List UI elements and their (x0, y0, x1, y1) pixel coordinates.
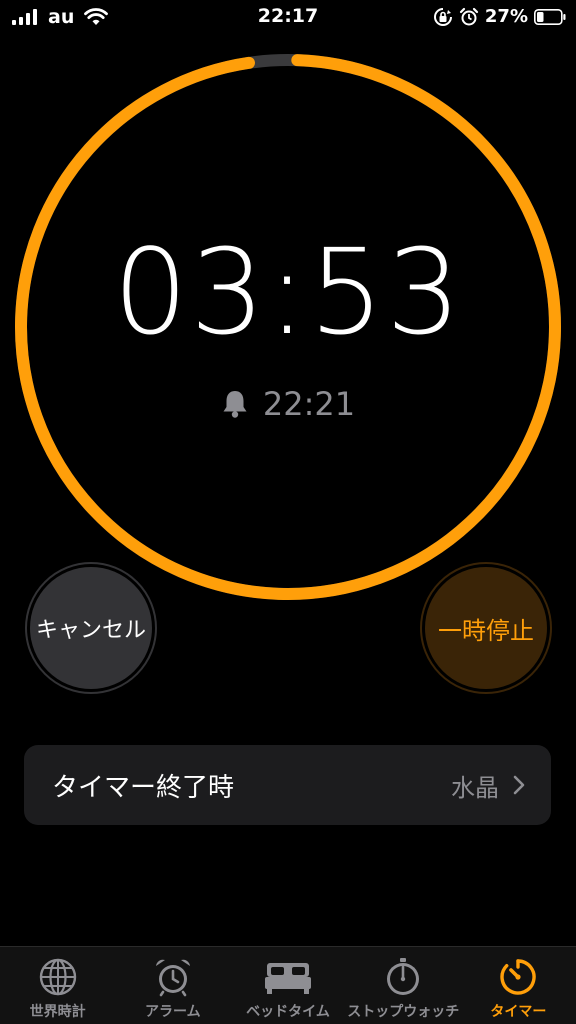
tab-bedtime[interactable]: ベッドタイム (230, 947, 345, 1024)
status-bar: au 22:17 27% (0, 0, 576, 34)
tab-label: アラーム (145, 1004, 201, 1020)
timer-icon (500, 959, 537, 995)
cancel-button[interactable]: キャンセル (25, 562, 157, 694)
timer-remaining: 03:53 (112, 223, 464, 361)
stopwatch-icon (387, 958, 420, 995)
battery-icon (534, 8, 566, 25)
pause-button-label: 一時停止 (425, 567, 547, 689)
end-time-text: 22:21 (262, 385, 356, 423)
bell-icon (223, 391, 247, 418)
tab-label: ベッドタイム (246, 1004, 330, 1020)
setting-value-group: 水晶 (451, 768, 525, 803)
setting-value: 水晶 (451, 773, 499, 802)
tab-bar: 世界時計 アラーム ベッドタイム ストップウォッチ タイマー (0, 946, 576, 1024)
pause-button[interactable]: 一時停止 (420, 562, 552, 694)
tab-timer[interactable]: タイマー (461, 947, 576, 1024)
tab-alarm[interactable]: アラーム (115, 947, 230, 1024)
globe-icon (39, 958, 76, 996)
alarm-status-icon (459, 7, 479, 25)
orientation-lock-icon (433, 7, 452, 26)
tab-label: ストップウォッチ (347, 1004, 460, 1020)
status-bar-right: 27% (433, 6, 566, 27)
tab-label: 世界時計 (29, 1004, 86, 1020)
tab-world-clock[interactable]: 世界時計 (0, 947, 115, 1024)
cancel-button-label: キャンセル (30, 567, 152, 689)
timer-screen: au 22:17 27% 03:53 22:21 キャンセル 一時停止 タイマー… (0, 0, 576, 1024)
chevron-right-icon (513, 775, 525, 795)
tab-label: タイマー (490, 1004, 547, 1020)
alarm-clock-icon (155, 959, 190, 997)
when-timer-ends-row[interactable]: タイマー終了時 水晶 (24, 745, 551, 825)
tab-stopwatch[interactable]: ストップウォッチ (346, 947, 461, 1024)
setting-label: タイマー終了時 (52, 772, 235, 803)
bed-icon (265, 963, 311, 994)
timer-end-time: 22:21 (0, 385, 576, 423)
battery-percent: 27% (484, 6, 528, 27)
